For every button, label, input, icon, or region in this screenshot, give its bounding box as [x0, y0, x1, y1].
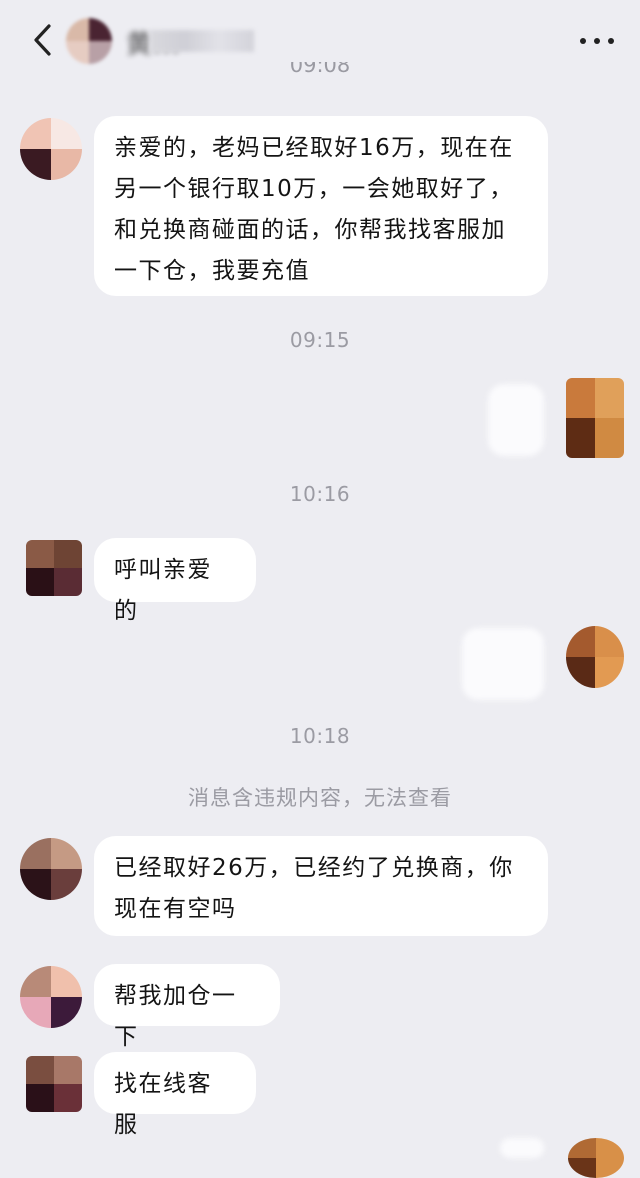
- message-bubble[interactable]: 亲爱的，老妈已经取好16万，现在在另一个银行取10万，一会她取好了，和兑换商碰面…: [94, 116, 548, 296]
- message-bubble[interactable]: 已经取好26万，已经约了兑换商，你现在有空吗: [94, 836, 548, 936]
- sender-avatar[interactable]: [26, 540, 82, 596]
- message-bubble[interactable]: 帮我加仓一下: [94, 964, 280, 1050]
- self-avatar[interactable]: [566, 378, 624, 458]
- sender-avatar[interactable]: [20, 966, 82, 1028]
- timestamp-0908: 09:08: [289, 62, 351, 77]
- more-dots-icon: [580, 38, 586, 44]
- sender-avatar[interactable]: [20, 118, 82, 180]
- name-blur-mask: [150, 30, 254, 52]
- outgoing-message-bubble[interactable]: [462, 628, 544, 700]
- contact-avatar[interactable]: [66, 18, 112, 64]
- sender-avatar[interactable]: [26, 1056, 82, 1112]
- back-button[interactable]: [22, 20, 62, 60]
- message-bubble[interactable]: 呼叫亲爱的: [94, 538, 256, 624]
- system-notice: 消息含违规内容，无法查看: [188, 786, 452, 810]
- outgoing-message-bubble[interactable]: [488, 384, 544, 456]
- timestamp: 09:15: [289, 328, 351, 352]
- outgoing-message-bubble-partial[interactable]: [500, 1138, 544, 1158]
- timestamp: 10:18: [289, 724, 351, 748]
- more-button[interactable]: [580, 26, 614, 56]
- self-avatar[interactable]: [566, 626, 624, 688]
- sender-avatar[interactable]: [20, 838, 82, 900]
- timestamp: 10:16: [289, 482, 351, 506]
- message-bubble[interactable]: 找在线客服: [94, 1052, 256, 1138]
- chevron-left-icon: [34, 24, 51, 56]
- self-avatar-partial[interactable]: [568, 1138, 624, 1178]
- chat-header: 黄... 09:08: [0, 0, 640, 82]
